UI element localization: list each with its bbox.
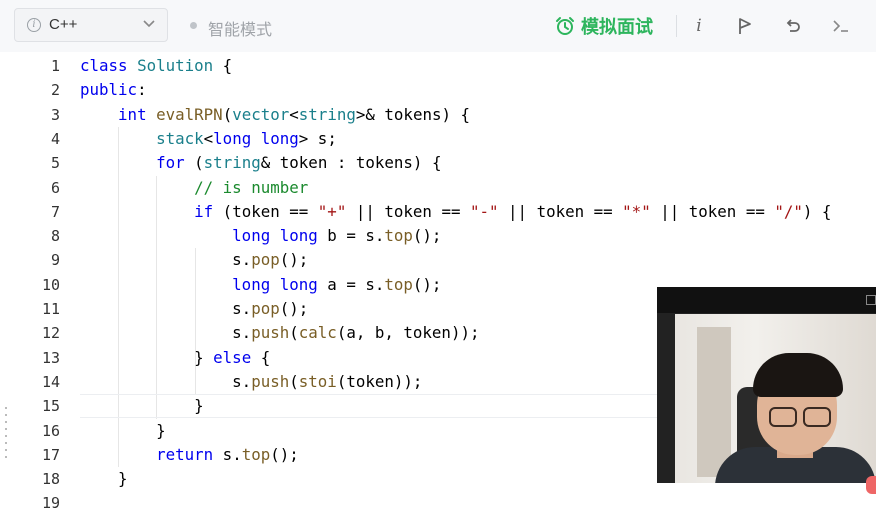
line-number: 11 <box>41 300 60 318</box>
line-number: 14 <box>41 372 60 391</box>
code-line[interactable]: 6 // is number <box>0 176 876 200</box>
code-line[interactable]: 1 class Solution { <box>0 54 876 78</box>
code-text[interactable]: long long b = s.top(); <box>80 224 441 248</box>
corner-badge <box>866 476 876 494</box>
terminal-icon[interactable] <box>829 14 853 38</box>
line-number: 6 <box>50 178 60 197</box>
line-number: 4 <box>50 129 60 148</box>
code-line[interactable]: 7 if (token == "+" || token == "-" || to… <box>0 200 876 224</box>
code-line[interactable]: 5 for (string& token : tokens) { <box>0 151 876 175</box>
undo-icon[interactable] <box>781 14 805 38</box>
line-number: 15 <box>41 397 60 416</box>
code-text[interactable]: long long a = s.top(); <box>80 273 441 297</box>
mock-interview-button[interactable]: 模拟面试 <box>555 12 653 40</box>
webcam-video-icon[interactable] <box>866 295 876 305</box>
code-text[interactable]: // is number <box>80 176 308 200</box>
flag-icon[interactable] <box>733 14 757 38</box>
code-text[interactable]: stack<long long> s; <box>80 127 337 151</box>
code-text[interactable]: s.pop(); <box>80 248 308 272</box>
chevron-down-icon <box>143 20 155 28</box>
code-text[interactable]: } <box>80 467 128 491</box>
line-number: 2 <box>50 81 60 100</box>
line-number: 1 <box>50 57 60 75</box>
code-text[interactable]: s.push(stoi(token)); <box>80 370 422 394</box>
code-text[interactable]: public: <box>80 78 147 102</box>
line-number: 9 <box>50 251 60 270</box>
code-line[interactable]: 9 s.pop(); <box>0 248 876 272</box>
line-number: 19 <box>41 494 60 513</box>
code-text[interactable]: for (string& token : tokens) { <box>80 151 441 175</box>
code-line[interactable]: 19 <box>0 491 876 515</box>
toolbar-divider <box>676 15 677 37</box>
webcam-glasses-right <box>803 407 831 427</box>
code-text[interactable]: } <box>80 394 204 418</box>
italic-i-icon[interactable]: i <box>687 14 711 38</box>
line-number: 7 <box>50 202 60 221</box>
webcam-glasses-left <box>769 407 797 427</box>
line-number: 16 <box>41 421 60 440</box>
line-number: 8 <box>50 227 60 246</box>
code-text[interactable]: s.pop(); <box>80 297 308 321</box>
line-number: 3 <box>50 105 60 124</box>
language-select[interactable]: i C++ <box>14 8 168 42</box>
line-number: 5 <box>50 154 60 173</box>
code-text[interactable]: } else { <box>80 346 270 370</box>
smart-mode-label[interactable]: 智能模式 <box>208 16 272 40</box>
webcam-overlay[interactable] <box>657 287 876 483</box>
mode-indicator-dot <box>190 22 197 29</box>
code-text[interactable]: if (token == "+" || token == "-" || toke… <box>80 200 831 224</box>
mock-interview-label: 模拟面试 <box>581 17 653 37</box>
line-number: 17 <box>41 445 60 464</box>
code-text[interactable]: int evalRPN(vector<string>& tokens) { <box>80 103 470 127</box>
webcam-door <box>697 327 731 477</box>
editor-toolbar: i C++ 智能模式 模拟面试 i <box>0 0 876 52</box>
code-line[interactable]: 8 long long b = s.top(); <box>0 224 876 248</box>
webcam-top-bar <box>657 287 876 313</box>
code-text[interactable]: } <box>80 419 166 443</box>
code-line[interactable]: 2 public: <box>0 78 876 102</box>
alarm-clock-icon <box>556 17 574 35</box>
code-text[interactable]: s.push(calc(a, b, token)); <box>80 321 479 345</box>
code-text[interactable]: return s.top(); <box>80 443 299 467</box>
line-number: 13 <box>41 348 60 367</box>
line-number: 10 <box>41 275 60 294</box>
code-line[interactable]: 3 int evalRPN(vector<string>& tokens) { <box>0 103 876 127</box>
language-label: C++ <box>49 16 78 33</box>
code-text[interactable]: class Solution { <box>80 54 232 78</box>
line-number: 18 <box>41 470 60 489</box>
info-icon[interactable]: i <box>27 18 41 32</box>
code-line[interactable]: 4 stack<long long> s; <box>0 127 876 151</box>
line-number: 12 <box>41 324 60 343</box>
